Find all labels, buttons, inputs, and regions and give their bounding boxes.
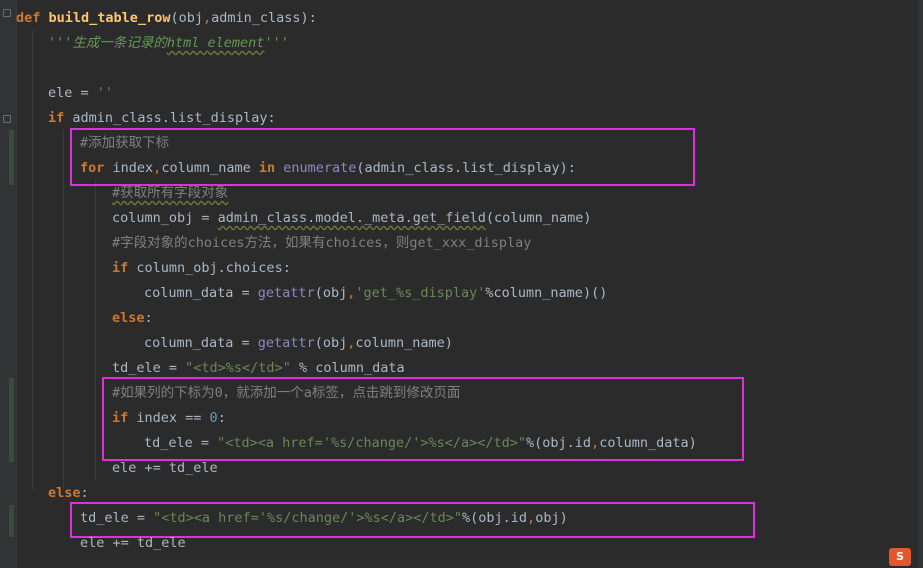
code-token: "<td><a href='%s/change/'>%s</a></td>" — [153, 510, 463, 526]
code-token: "<td><a href='%s/change/'>%s</a></td>" — [217, 435, 527, 451]
code-token: column_data = — [144, 285, 258, 301]
code-token: build_table_row — [48, 10, 171, 26]
code-token: '' — [96, 85, 114, 101]
code-line[interactable]: else: — [112, 306, 153, 331]
code-editor[interactable]: def build_table_row(obj,admin_class): '''… — [16, 0, 918, 568]
code-line[interactable]: column_data = getattr(obj,'get_%s_displa… — [144, 281, 607, 306]
code-token: column_obj.choices: — [128, 260, 291, 276]
code-token: index == — [128, 410, 210, 426]
code-token: column_name) — [355, 335, 453, 351]
code-token: #添加获取下标 — [80, 135, 170, 151]
code-token: (column_name) — [485, 210, 592, 226]
code-token: admin_class.list_display: — [64, 110, 276, 126]
code-token: %(obj.id — [526, 435, 592, 451]
change-marker — [9, 130, 14, 185]
code-token: : — [144, 310, 153, 326]
code-token: getattr — [257, 285, 315, 301]
code-line[interactable]: if admin_class.list_display: — [48, 106, 276, 131]
code-token: , — [591, 435, 600, 451]
code-token: obj) — [535, 510, 568, 526]
change-marker — [9, 505, 14, 537]
code-token: (admin_class.list_display): — [356, 160, 576, 176]
indent-guide — [63, 130, 64, 490]
code-token: (obj — [170, 10, 203, 26]
code-token: else — [48, 485, 81, 501]
indent-guide — [32, 30, 33, 490]
watermark-logo: S — [889, 548, 911, 566]
code-token: #字段对象的choices方法，如果有choices，则get_xxx_disp… — [112, 235, 532, 251]
code-token: (obj — [314, 335, 348, 351]
code-line[interactable]: ele += td_ele — [80, 531, 186, 556]
code-token: : — [217, 410, 226, 426]
code-line[interactable]: td_ele = "<td><a href='%s/change/'>%s</a… — [144, 431, 697, 456]
code-token: #如果列的下标为0，就添加一个a标签，点击跳到修改页面 — [112, 385, 461, 401]
code-token: : — [80, 485, 89, 501]
code-token: column_obj = — [112, 210, 218, 226]
code-token: getattr — [257, 335, 315, 351]
fold-icon[interactable] — [3, 9, 11, 17]
code-line[interactable]: td_ele = "<td><a href='%s/change/'>%s</a… — [80, 506, 568, 531]
code-token: %column_name)() — [485, 285, 608, 301]
code-token: admin_class.model._meta.get_field — [217, 210, 486, 226]
code-line[interactable]: if column_obj.choices: — [112, 256, 291, 281]
code-line[interactable]: '''生成一条记录的html element''' — [48, 31, 289, 56]
code-line[interactable]: else: — [48, 481, 89, 506]
code-token: html element — [166, 35, 265, 51]
code-token: %(obj.id — [462, 510, 528, 526]
code-token: ele += td_ele — [80, 535, 186, 551]
code-token: "<td>%s</td>" — [185, 360, 291, 376]
code-line[interactable]: ele = '' — [48, 81, 113, 106]
code-token: '''生成一条记录的 — [48, 35, 167, 51]
code-line[interactable]: #字段对象的choices方法，如果有choices，则get_xxx_disp… — [112, 231, 531, 256]
code-token: index — [104, 160, 154, 176]
code-token: if — [112, 410, 129, 426]
code-line[interactable]: ele += td_ele — [112, 456, 218, 481]
code-token: column_data = — [144, 335, 258, 351]
indent-guide — [95, 180, 96, 480]
code-token: for — [80, 160, 105, 176]
code-token: td_ele = — [144, 435, 218, 451]
code-token: ''' — [264, 35, 289, 51]
code-token: def — [16, 10, 41, 26]
code-line[interactable]: td_ele = "<td>%s</td>" % column_data — [112, 356, 405, 381]
code-token: (obj — [314, 285, 348, 301]
code-token: in — [258, 160, 276, 176]
code-token: % column_data — [290, 360, 405, 376]
code-token: column_name — [161, 160, 259, 176]
code-line[interactable]: if index == 0: — [112, 406, 226, 431]
code-line[interactable]: for index,column_name in enumerate(admin… — [80, 156, 576, 181]
code-token: #获取所有字段对象 — [112, 185, 229, 201]
code-token: 0 — [209, 410, 218, 426]
change-marker — [9, 378, 14, 462]
editor-gutter[interactable] — [0, 0, 17, 568]
code-line[interactable]: #获取所有字段对象 — [112, 181, 228, 206]
code-token: td_ele = — [112, 360, 186, 376]
code-line[interactable]: column_obj = admin_class.model._meta.get… — [112, 206, 592, 231]
fold-icon[interactable] — [3, 115, 11, 123]
code-token: if — [112, 260, 129, 276]
code-token: else — [112, 310, 145, 326]
code-token: 'get_%s_display' — [355, 285, 486, 301]
code-token: , — [202, 10, 212, 26]
code-token: ele = — [48, 85, 97, 101]
code-line[interactable]: def build_table_row(obj,admin_class): — [16, 6, 317, 31]
code-line[interactable]: column_data = getattr(obj,column_name) — [144, 331, 453, 356]
scroll-marker-strip[interactable] — [918, 0, 923, 568]
code-token: ele += td_ele — [112, 460, 218, 476]
code-line[interactable]: #添加获取下标 — [80, 131, 169, 156]
code-token: enumerate — [283, 160, 357, 176]
code-line[interactable]: #如果列的下标为0，就添加一个a标签，点击跳到修改页面 — [112, 381, 460, 406]
code-token: column_data) — [599, 435, 697, 451]
code-token: admin_class): — [211, 10, 317, 26]
code-token: , — [527, 510, 536, 526]
code-token: td_ele = — [80, 510, 154, 526]
code-token: if — [48, 110, 65, 126]
